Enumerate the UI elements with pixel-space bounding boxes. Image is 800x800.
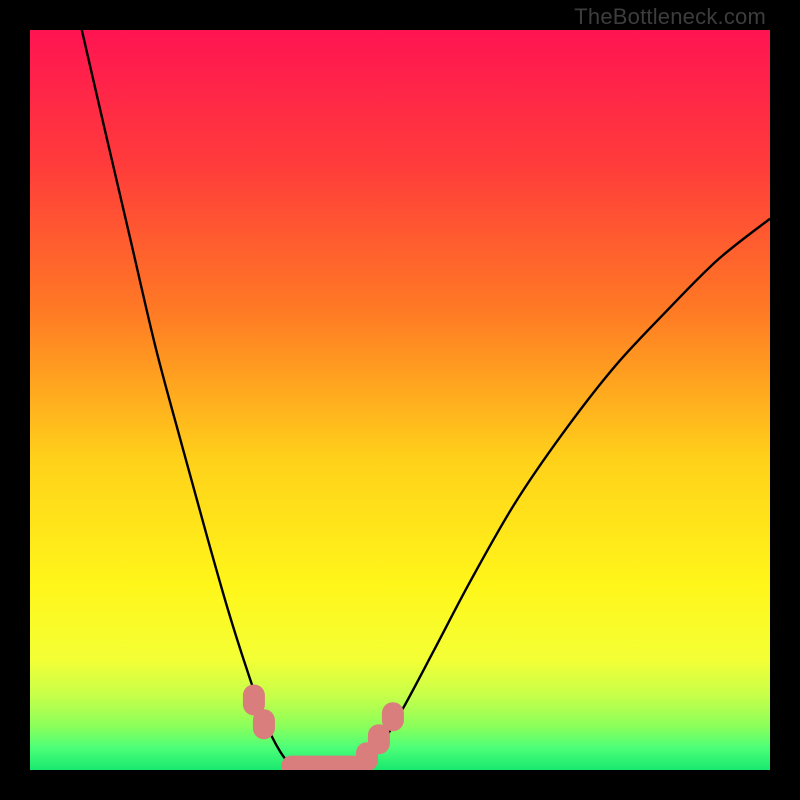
data-marker [382,702,404,732]
curve-layer [30,30,770,770]
left-curve [82,30,305,770]
watermark-text: TheBottleneck.com [574,4,766,30]
chart-frame: TheBottleneck.com [0,0,800,800]
data-marker [282,755,363,770]
right-curve [348,219,770,770]
plot-area [30,30,770,770]
data-marker [253,709,275,739]
